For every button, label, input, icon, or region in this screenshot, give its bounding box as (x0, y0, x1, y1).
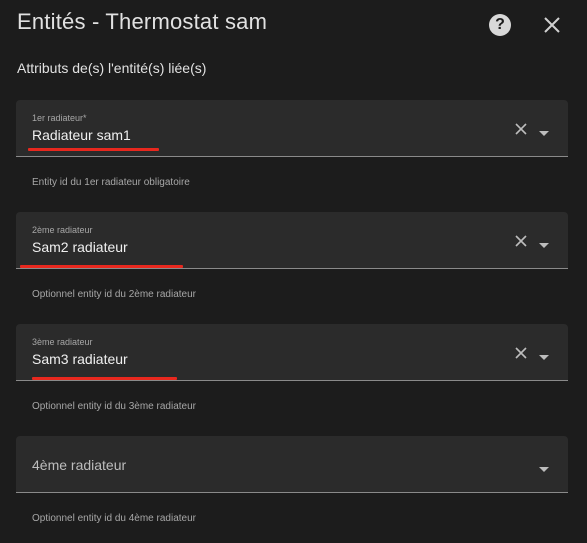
dialog-title: Entités - Thermostat sam (17, 9, 268, 34)
entities-dialog: Entités - Thermostat sam ? Attributs de(… (0, 0, 587, 543)
field-value[interactable]: Sam2 radiateur (32, 239, 128, 255)
help-icon[interactable]: ? (489, 14, 511, 36)
chevron-down-icon[interactable] (538, 237, 550, 248)
field-label: 1er radiateur* (32, 113, 87, 123)
field-label: 3ème radiateur (32, 337, 93, 347)
chevron-down-icon[interactable] (538, 461, 550, 472)
radiator-2-select[interactable]: 2ème radiateur Sam2 radiateur (16, 212, 568, 269)
field-label: 2ème radiateur (32, 225, 93, 235)
helper-text: Optionnel entity id du 3ème radiateur (32, 401, 196, 412)
field-value[interactable]: Sam3 radiateur (32, 351, 128, 367)
field-placeholder: 4ème radiateur (32, 457, 127, 473)
helper-text: Entity id du 1er radiateur obligatoire (32, 177, 190, 188)
red-annotation-underline (32, 377, 177, 380)
chevron-down-icon[interactable] (538, 125, 550, 136)
clear-icon[interactable] (514, 122, 528, 136)
helper-text: Optionnel entity id du 2ème radiateur (32, 289, 196, 300)
red-annotation-underline (28, 148, 159, 151)
helper-text: Optionnel entity id du 4ème radiateur (32, 513, 196, 524)
clear-icon[interactable] (514, 234, 528, 248)
section-subtitle: Attributs de(s) l'entité(s) liée(s) (17, 60, 207, 76)
red-annotation-underline (20, 265, 183, 268)
chevron-down-icon[interactable] (538, 349, 550, 360)
field-value[interactable]: Radiateur sam1 (32, 127, 131, 143)
radiator-4-select[interactable]: 4ème radiateur (16, 436, 568, 493)
radiator-3-select[interactable]: 3ème radiateur Sam3 radiateur (16, 324, 568, 381)
close-icon[interactable] (540, 13, 564, 37)
clear-icon[interactable] (514, 346, 528, 360)
